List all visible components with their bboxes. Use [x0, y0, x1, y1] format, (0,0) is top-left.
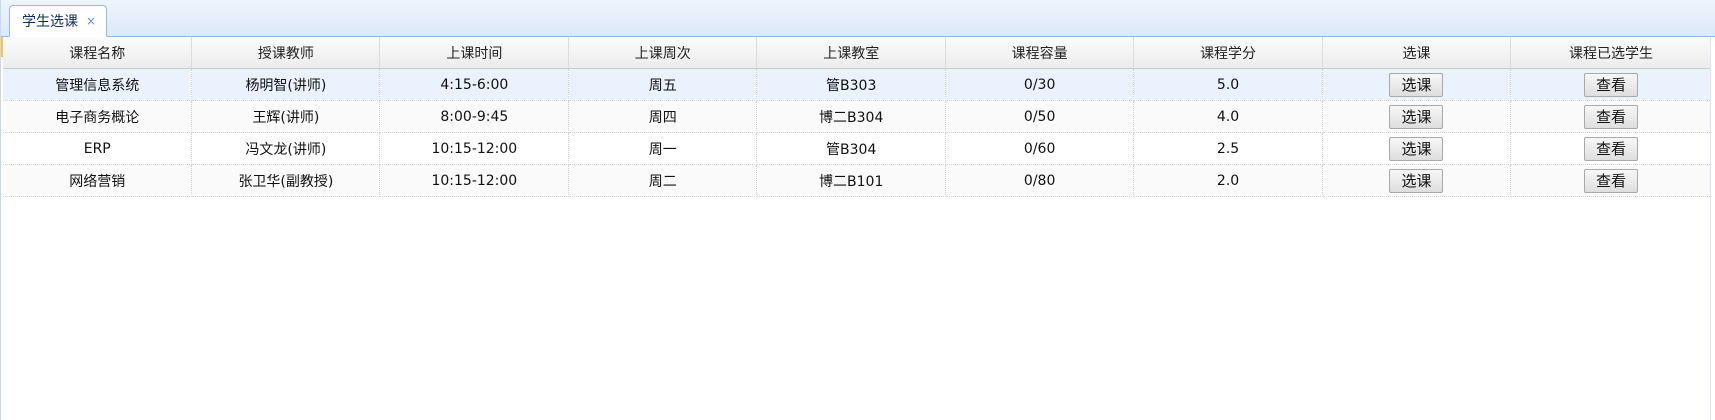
cell-credit: 2.5 [1133, 132, 1324, 165]
column-header-course-name[interactable]: 课程名称 [3, 37, 193, 69]
cell-classroom: 管B303 [756, 68, 947, 101]
cell-view: 查看 [1510, 100, 1713, 133]
cell-teacher: 杨明智(讲师) [191, 68, 381, 101]
cell-select: 选课 [1322, 68, 1511, 101]
select-course-button[interactable]: 选课 [1389, 168, 1444, 193]
cell-weekday: 周一 [568, 132, 758, 165]
column-header-capacity[interactable]: 课程容量 [945, 37, 1135, 69]
column-header-classroom[interactable]: 上课教室 [756, 37, 947, 69]
table-row[interactable]: ERP 冯文龙(讲师) 10:15-12:00 周一 管B304 0/60 2.… [3, 132, 1713, 165]
view-students-button[interactable]: 查看 [1583, 168, 1638, 193]
tab-bar: 学生选课 × [1, 0, 1715, 37]
course-datagrid: 课程名称 授课教师 上课时间 上课周次 上课教室 课程容量 课程学分 选课 课程… [3, 37, 1714, 420]
cell-class-time: 8:00-9:45 [379, 100, 570, 133]
tab-title: 学生选课 [22, 14, 78, 30]
cell-select: 选课 [1322, 164, 1511, 197]
view-students-button[interactable]: 查看 [1583, 104, 1638, 129]
select-course-button[interactable]: 选课 [1389, 136, 1444, 161]
cell-course-name: ERP [3, 132, 193, 165]
close-icon[interactable]: × [86, 15, 96, 27]
cell-weekday: 周四 [568, 100, 758, 133]
cell-course-name: 电子商务概论 [3, 100, 193, 133]
cell-select: 选课 [1322, 100, 1511, 133]
cell-course-name: 网络营销 [3, 164, 193, 197]
select-course-button[interactable]: 选课 [1389, 72, 1444, 97]
cell-class-time: 10:15-12:00 [379, 164, 570, 197]
select-course-button[interactable]: 选课 [1389, 104, 1444, 129]
cell-credit: 2.0 [1133, 164, 1324, 197]
column-header-weekday[interactable]: 上课周次 [568, 37, 758, 69]
cell-teacher: 王辉(讲师) [191, 100, 381, 133]
cell-weekday: 周二 [568, 164, 758, 197]
table-row[interactable]: 电子商务概论 王辉(讲师) 8:00-9:45 周四 博二B304 0/50 4… [3, 100, 1713, 133]
datagrid-body: 课程名称 授课教师 上课时间 上课周次 上课教室 课程容量 课程学分 选课 课程… [3, 37, 1713, 197]
cell-view: 查看 [1510, 68, 1713, 101]
course-table: 课程名称 授课教师 上课时间 上课周次 上课教室 课程容量 课程学分 选课 课程… [3, 37, 1713, 197]
cell-credit: 5.0 [1133, 68, 1324, 101]
tab-student-course-selection[interactable]: 学生选课 × [9, 5, 108, 37]
view-students-button[interactable]: 查看 [1583, 72, 1638, 97]
column-header-class-time[interactable]: 上课时间 [379, 37, 570, 69]
table-header-row: 课程名称 授课教师 上课时间 上课周次 上课教室 课程容量 课程学分 选课 课程… [3, 37, 1713, 69]
cell-classroom: 博二B304 [756, 100, 947, 133]
view-students-button[interactable]: 查看 [1583, 136, 1638, 161]
cell-select: 选课 [1322, 132, 1511, 165]
table-row[interactable]: 管理信息系统 杨明智(讲师) 4:15-6:00 周五 管B303 0/30 5… [3, 68, 1713, 101]
cell-classroom: 管B304 [756, 132, 947, 165]
cell-capacity: 0/60 [945, 132, 1135, 165]
cell-class-time: 4:15-6:00 [379, 68, 570, 101]
cell-capacity: 0/50 [945, 100, 1135, 133]
cell-view: 查看 [1510, 132, 1713, 165]
cell-course-name: 管理信息系统 [3, 68, 193, 101]
column-header-enrolled-students[interactable]: 课程已选学生 [1510, 37, 1713, 69]
column-header-credit[interactable]: 课程学分 [1133, 37, 1324, 69]
cell-teacher: 张卫华(副教授) [191, 164, 381, 197]
column-header-select[interactable]: 选课 [1322, 37, 1511, 69]
cell-credit: 4.0 [1133, 100, 1324, 133]
table-row[interactable]: 网络营销 张卫华(副教授) 10:15-12:00 周二 博二B101 0/80… [3, 164, 1713, 197]
cell-class-time: 10:15-12:00 [379, 132, 570, 165]
cell-capacity: 0/80 [945, 164, 1135, 197]
app-window: 学生选课 × 课程名称 授课教师 上课时间 上课周次 上课教室 课程容量 课程学… [0, 0, 1715, 420]
cell-teacher: 冯文龙(讲师) [191, 132, 381, 165]
grid-right-edge [1710, 37, 1715, 420]
cell-weekday: 周五 [568, 68, 758, 101]
column-header-teacher[interactable]: 授课教师 [191, 37, 381, 69]
cell-capacity: 0/30 [945, 68, 1135, 101]
cell-view: 查看 [1510, 164, 1713, 197]
cell-classroom: 博二B101 [756, 164, 947, 197]
